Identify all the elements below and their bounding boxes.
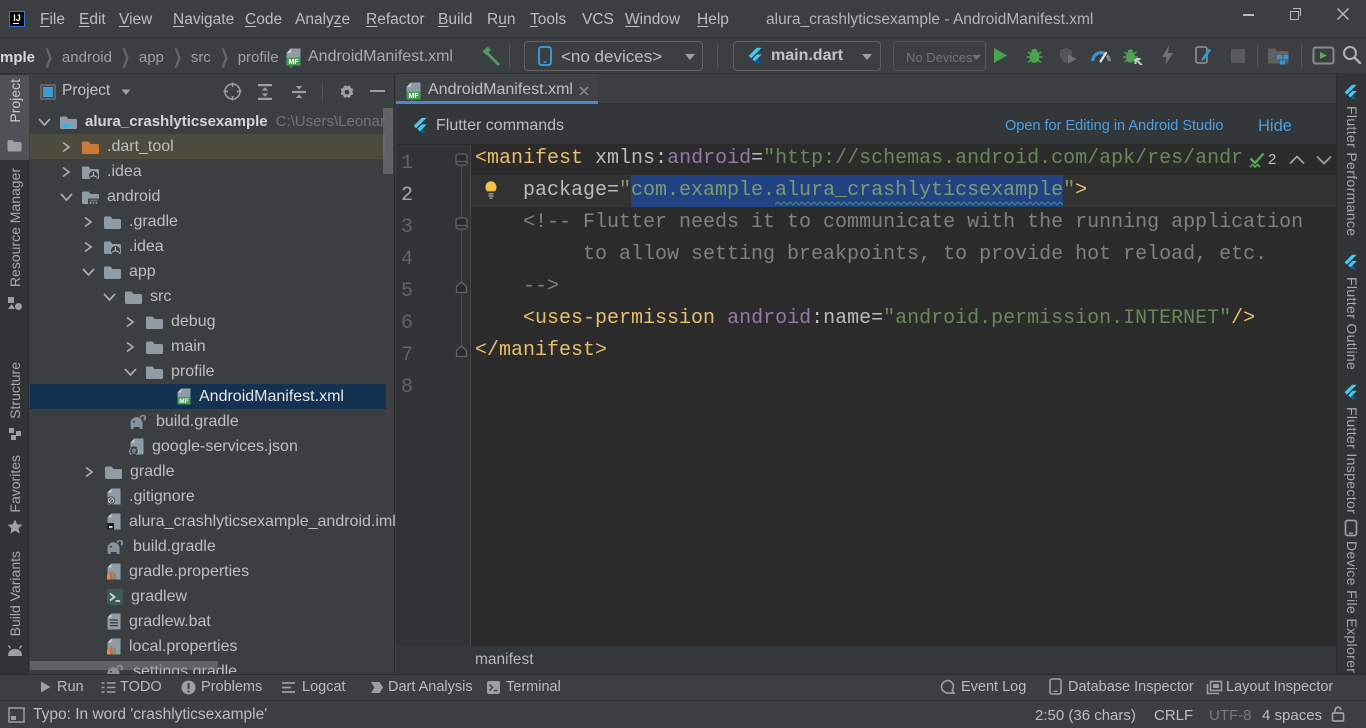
svg-text:MF: MF [408,93,419,100]
svg-text:MF: MF [288,59,299,66]
